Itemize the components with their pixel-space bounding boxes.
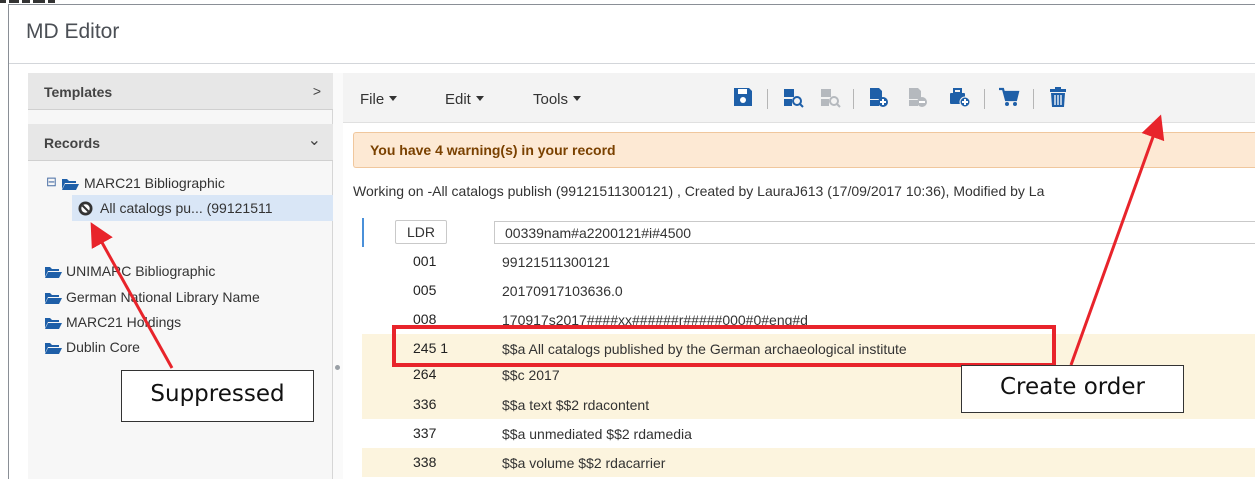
- folder-open-icon: [44, 316, 62, 329]
- templates-accordion[interactable]: Templates >: [28, 73, 333, 110]
- file-menu[interactable]: File: [360, 91, 398, 108]
- records-label: Records: [44, 135, 101, 151]
- tree-item-label: All catalogs pu... (99121511: [100, 200, 273, 216]
- file-menu-label: File: [360, 91, 385, 108]
- toolbar-separator: [984, 89, 985, 109]
- folder-open-icon: [44, 291, 62, 304]
- add-record-icon[interactable]: [867, 86, 889, 108]
- field-value: 99121511300121: [502, 254, 610, 270]
- tree-item-german-national-library[interactable]: German National Library Name: [28, 284, 333, 310]
- tree-item-dublin-core[interactable]: Dublin Core: [28, 334, 333, 360]
- tree-item-marc21-holdings[interactable]: MARC21 Holdings: [28, 309, 333, 335]
- panel-splitter[interactable]: [333, 73, 343, 479]
- field-value: $$a text $$2 rdacontent: [502, 397, 650, 413]
- search-record-icon[interactable]: [782, 86, 804, 108]
- tree-item-label: MARC21 Bibliographic: [84, 175, 225, 191]
- field-tag: 001: [413, 253, 437, 269]
- tree-item-label: German National Library Name: [66, 289, 260, 305]
- add-item-icon[interactable]: [948, 86, 971, 108]
- suppressed-icon: [78, 201, 93, 216]
- field-value: $$a unmediated $$2 rdamedia: [502, 426, 692, 442]
- field-row[interactable]: 338 $$a volume $$2 rdacarrier: [362, 448, 1255, 477]
- field-value: $$c 2017: [502, 367, 560, 383]
- field-tag: 005: [413, 282, 437, 298]
- tree-item-label: UNIMARC Bibliographic: [66, 263, 216, 279]
- tools-menu-label: Tools: [533, 91, 569, 108]
- callout-create-order: Create order: [961, 365, 1184, 413]
- delete-icon[interactable]: [1047, 86, 1069, 108]
- tree-item-label: Dublin Core: [66, 339, 140, 355]
- caret-down-icon: [389, 96, 398, 101]
- field-tag: 337: [413, 425, 437, 441]
- folder-open-icon: [44, 265, 62, 278]
- chevron-down-icon: ⌄: [307, 132, 321, 149]
- callout-suppressed: Suppressed: [121, 370, 314, 422]
- toolbar-separator: [853, 89, 854, 109]
- field-value: 20170917103636.0: [502, 283, 623, 299]
- edit-menu-label: Edit: [445, 91, 471, 108]
- field-tag: 336: [413, 396, 437, 412]
- splitter-grip-icon[interactable]: [335, 365, 340, 370]
- templates-label: Templates: [44, 84, 113, 100]
- tree-item-unimarc-bibliographic[interactable]: UNIMARC Bibliographic: [28, 258, 333, 284]
- caret-down-icon: [475, 96, 484, 101]
- field-value: $$a volume $$2 rdacarrier: [502, 455, 666, 471]
- toolbar-separator: [767, 89, 768, 109]
- collapse-icon[interactable]: ⊟: [46, 174, 57, 190]
- field-tag: 264: [413, 366, 437, 382]
- tree-item-marc21-bibliographic[interactable]: ⊟ MARC21 Bibliographic: [28, 170, 333, 196]
- tools-menu[interactable]: Tools: [533, 91, 582, 108]
- field-row-ldr[interactable]: LDR 00339nam#a2200121#i#4500: [362, 218, 1255, 247]
- tree-item-label: MARC21 Holdings: [66, 314, 182, 330]
- field-row[interactable]: 005 20170917103636.0: [362, 276, 1255, 305]
- field-row[interactable]: 001 99121511300121: [362, 247, 1255, 276]
- edit-menu[interactable]: Edit: [445, 91, 484, 108]
- records-accordion[interactable]: Records ⌄: [28, 124, 333, 161]
- add-record-disabled-icon[interactable]: [906, 86, 928, 108]
- toolbar-separator: [1033, 89, 1034, 109]
- folder-open-icon: [44, 341, 62, 354]
- field-row[interactable]: 337 $$a unmediated $$2 rdamedia: [362, 419, 1255, 448]
- tree-item-record-selected[interactable]: All catalogs pu... (99121511: [72, 195, 333, 221]
- field-row[interactable]: 008 170917s2017####xx######r#####000#0#e…: [362, 305, 1255, 327]
- app-header: MD Editor: [9, 5, 1255, 64]
- cart-icon[interactable]: [998, 86, 1020, 108]
- warning-banner: You have 4 warning(s) in your record: [353, 132, 1255, 168]
- caret-down-icon: [573, 96, 582, 101]
- app-title: MD Editor: [26, 20, 120, 43]
- search-record-disabled-icon[interactable]: [819, 86, 841, 108]
- editor-toolbar: File Edit Tools: [343, 73, 1255, 123]
- field-tag-input[interactable]: LDR: [395, 220, 447, 244]
- highlight-box-245: [392, 325, 1056, 367]
- chevron-right-icon: >: [312, 83, 321, 99]
- save-icon[interactable]: [732, 86, 754, 108]
- field-tag: 338: [413, 454, 437, 470]
- field-value-input[interactable]: 00339nam#a2200121#i#4500: [494, 221, 1255, 244]
- record-status-line: Working on -All catalogs publish (991215…: [353, 183, 1045, 199]
- folder-open-icon: [61, 177, 79, 190]
